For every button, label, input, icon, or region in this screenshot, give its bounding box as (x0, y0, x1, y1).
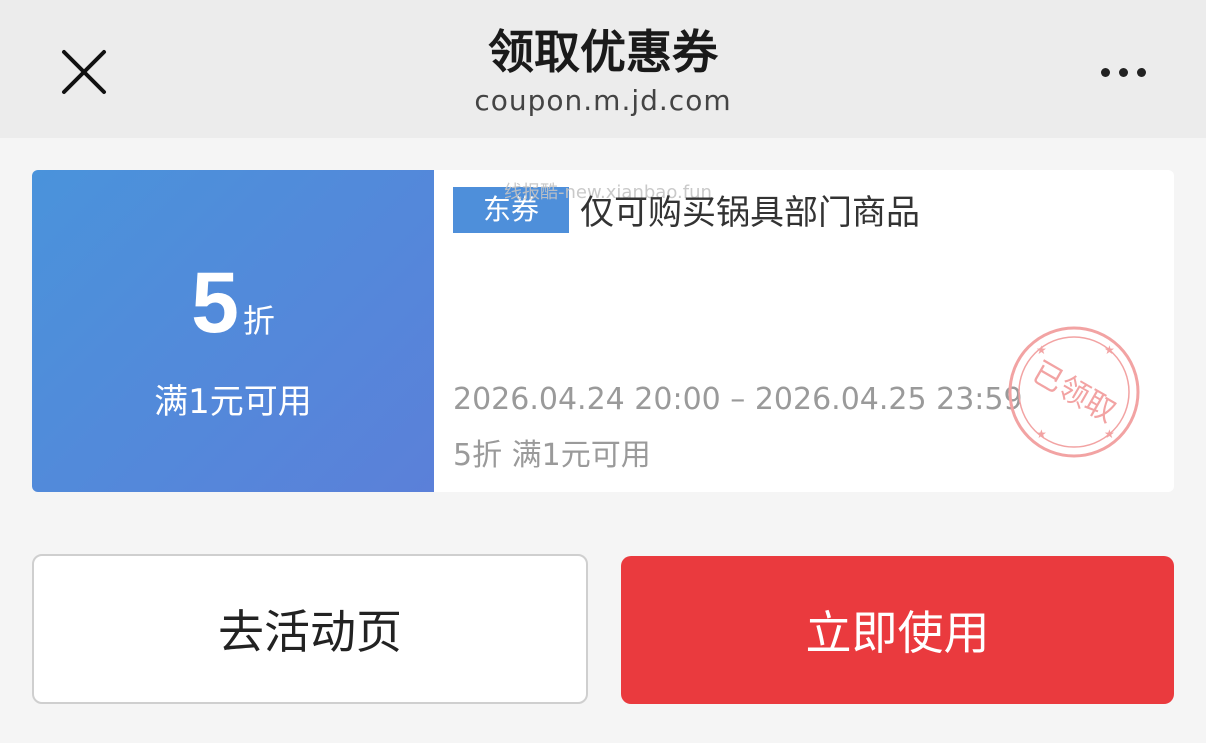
coupon-threshold: 满1元可用 (154, 382, 312, 422)
claimed-stamp-icon: ★ ★ ★ ★ 已领取 (1008, 326, 1140, 458)
coupon-card: 5折 满1元可用 东券 线报酷-new.xianbao.fun 仅可购买锅具部门… (32, 170, 1174, 492)
discount-number: 5 (191, 255, 239, 351)
discount-amount: 5折 (32, 258, 434, 372)
coupon-summary: 5折 满1元可用 (453, 438, 651, 473)
page-domain: coupon.m.jd.com (474, 84, 732, 117)
discount-unit: 折 (242, 302, 275, 340)
top-bar: 领取优惠券 coupon.m.jd.com (0, 0, 1206, 138)
svg-text:★: ★ (1104, 343, 1115, 357)
svg-text:★: ★ (1104, 427, 1115, 441)
use-now-button[interactable]: 立即使用 (621, 556, 1174, 704)
svg-text:★: ★ (1036, 427, 1047, 441)
go-activity-button[interactable]: 去活动页 (32, 554, 588, 704)
more-icon-dot (1136, 67, 1146, 77)
more-icon (1100, 67, 1110, 77)
coupon-validity: 2026.04.24 20:00 – 2026.04.25 23:59 (453, 382, 1023, 417)
coupon-value-panel: 5折 满1元可用 (32, 170, 434, 492)
page-title: 领取优惠券 (488, 25, 718, 79)
stamp-label: 已领取 (1026, 355, 1121, 430)
coupon-scope: 仅可购买锅具部门商品 (580, 193, 920, 233)
more-button[interactable] (1088, 52, 1158, 92)
more-icon-dot (1118, 67, 1128, 77)
